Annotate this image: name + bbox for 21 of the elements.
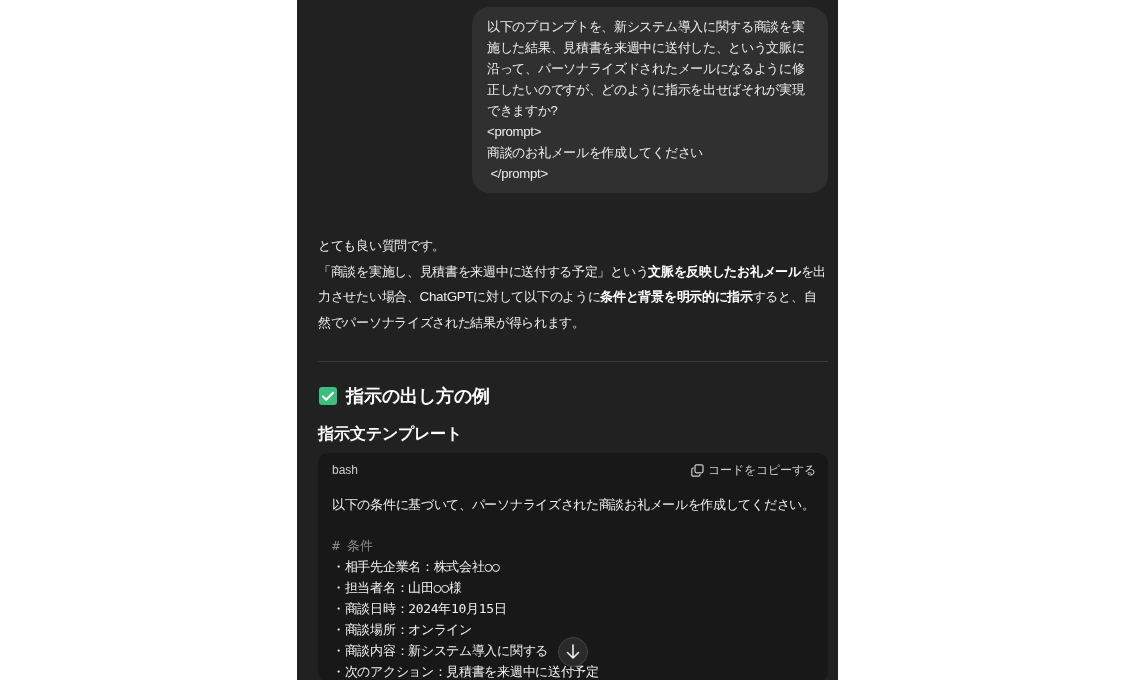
code-language: bash (332, 463, 359, 477)
subheading: 指示文テンプレート (318, 424, 462, 444)
code-line: ・相手先企業名：株式会社○○ (332, 558, 500, 576)
message-text: <prompt> (487, 123, 543, 141)
response-paragraph: とても良い質問です。 (318, 237, 446, 255)
down-arrow-icon (566, 644, 580, 660)
response-paragraph: 「商談を実施し、見積書を来週中に送付する予定」という文脈を反映したお礼メールを出力させたい場合、ChatGPTに対して以下のように条件と背景を明示的に指示すると、自然でパーソナライズされた結果が得られます。 (318, 262, 827, 332)
message-text: 以下のプロンプトを、新システム導入に関する商談を実施した結果、見積書を来週中に送付した、という文脈に沿って、パーソナライズドされたメールになるように修正したいのですが、どのように指示を出せばそれが実現できますか? (487, 18, 806, 120)
message-text: 商談のお礼メールを作成してください (487, 144, 704, 162)
code-line: 以下の条件に基づいて、パーソナライズされた商談お礼メールを作成してください。 (332, 496, 815, 514)
code-line: ・担当者名：山田○○様 (332, 579, 462, 597)
message-text: </prompt> (489, 165, 549, 183)
section-heading: 指示の出し方の例 (346, 385, 490, 408)
code-line: ・商談内容：新システム導入に関する (332, 642, 548, 660)
code-line: ・商談日時：2024年10月15日 (332, 600, 507, 618)
code-comment: # 条件 (332, 537, 373, 555)
code-line: ・商談場所：オンライン (332, 621, 472, 639)
code-line: ・次のアクション：見積書を来週中に送付予定 (332, 663, 599, 680)
checkmark-icon (318, 386, 338, 406)
copy-icon (691, 463, 704, 477)
copy-code-button[interactable]: コードをコピーする (691, 461, 816, 479)
